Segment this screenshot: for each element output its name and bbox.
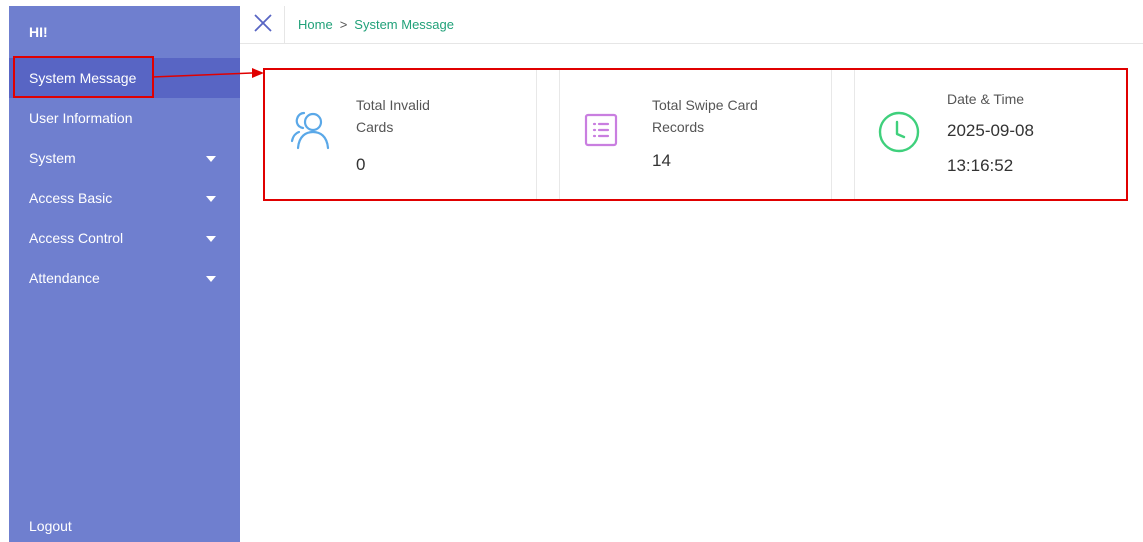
sidebar-item-label: Attendance bbox=[29, 270, 100, 286]
card-label-line2: Cards bbox=[356, 119, 394, 135]
sidebar: HI! System Message User Information Syst… bbox=[9, 6, 240, 542]
card-invalid-cards: Total Invalid Cards 0 bbox=[264, 68, 537, 201]
greeting: HI! bbox=[29, 24, 48, 40]
card-swipe-records: Total Swipe Card Records 14 bbox=[559, 68, 832, 201]
card-date-time: Date & Time 2025-09-08 13:16:52 bbox=[854, 68, 1127, 201]
sidebar-item-label: User Information bbox=[29, 110, 133, 126]
annotation-arrow-icon bbox=[152, 68, 264, 78]
date-value: 2025-09-08 bbox=[947, 121, 1034, 140]
sidebar-item-label: System Message bbox=[29, 70, 137, 86]
caret-down-icon bbox=[206, 156, 216, 162]
card-label-line1: Total Swipe Card bbox=[652, 97, 758, 113]
caret-down-icon bbox=[206, 276, 216, 282]
card-value: 14 bbox=[652, 151, 671, 170]
sidebar-item-label: System bbox=[29, 150, 76, 166]
time-value: 13:16:52 bbox=[947, 156, 1014, 175]
divider bbox=[284, 6, 285, 44]
clock-icon bbox=[877, 110, 921, 159]
sidebar-item-label: Access Basic bbox=[29, 190, 113, 206]
breadcrumb-separator: > bbox=[339, 17, 348, 32]
topbar: Home > System Message bbox=[240, 6, 1143, 44]
breadcrumb-current: System Message bbox=[354, 17, 454, 32]
logout-link[interactable]: Logout bbox=[29, 518, 72, 534]
sidebar-menu: System Message User Information System A… bbox=[9, 58, 240, 298]
card-label-line2: Records bbox=[652, 119, 705, 135]
breadcrumb-home[interactable]: Home bbox=[298, 17, 333, 32]
caret-down-icon bbox=[206, 236, 216, 242]
list-icon bbox=[584, 113, 618, 152]
breadcrumb: Home > System Message bbox=[298, 17, 454, 32]
user-group-icon bbox=[288, 108, 332, 157]
sidebar-item-user-information[interactable]: User Information bbox=[9, 98, 240, 138]
sidebar-item-access-basic[interactable]: Access Basic bbox=[9, 178, 240, 218]
caret-down-icon bbox=[206, 196, 216, 202]
card-label: Date & Time bbox=[947, 91, 1025, 107]
close-icon[interactable] bbox=[252, 12, 274, 34]
sidebar-item-system[interactable]: System bbox=[9, 138, 240, 178]
card-value: 0 bbox=[356, 155, 366, 174]
sidebar-item-attendance[interactable]: Attendance bbox=[9, 258, 240, 298]
card-label-line1: Total Invalid bbox=[356, 97, 430, 113]
summary-cards: Total Invalid Cards 0 Total Swipe Card R… bbox=[264, 68, 1127, 201]
sidebar-item-label: Access Control bbox=[29, 230, 124, 246]
sidebar-item-access-control[interactable]: Access Control bbox=[9, 218, 240, 258]
